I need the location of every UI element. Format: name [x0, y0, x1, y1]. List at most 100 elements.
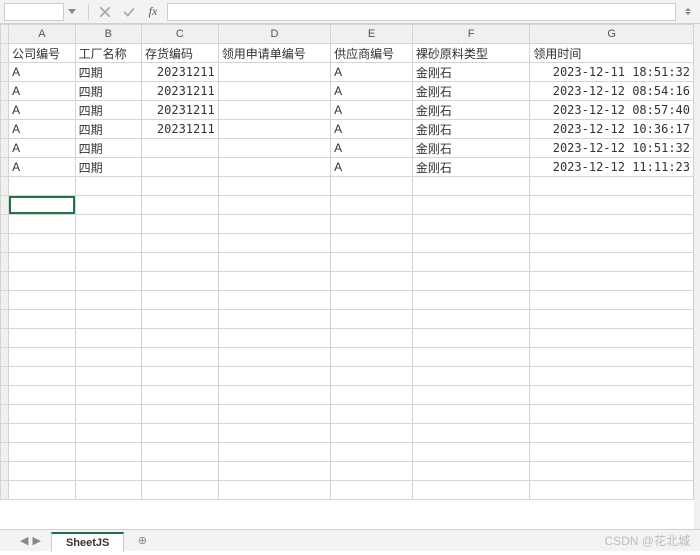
cell[interactable]: 20231211 [142, 120, 219, 139]
cell[interactable] [142, 348, 219, 367]
cell[interactable] [412, 310, 530, 329]
cell[interactable]: 2023-12-11 18:51:32 [530, 63, 694, 82]
cell[interactable] [331, 424, 413, 443]
cell[interactable]: 金刚石 [412, 120, 530, 139]
cell[interactable] [142, 215, 219, 234]
cell[interactable] [142, 139, 219, 158]
cell[interactable] [9, 405, 75, 424]
cell[interactable] [218, 158, 330, 177]
cell[interactable] [218, 481, 330, 500]
cell[interactable] [75, 424, 141, 443]
cell[interactable] [530, 367, 694, 386]
header-cell[interactable]: 裸砂原料类型 [412, 44, 530, 63]
cell[interactable] [9, 367, 75, 386]
column-header-C[interactable]: C [142, 25, 219, 44]
cell[interactable] [142, 443, 219, 462]
cell[interactable] [331, 215, 413, 234]
row-header[interactable] [1, 443, 9, 462]
cell[interactable] [218, 291, 330, 310]
row-header[interactable] [1, 253, 9, 272]
vertical-scrollbar[interactable] [694, 24, 700, 529]
column-header-E[interactable]: E [331, 25, 413, 44]
row-header[interactable] [1, 234, 9, 253]
cell[interactable] [9, 234, 75, 253]
row-header[interactable] [1, 329, 9, 348]
row-header[interactable] [1, 101, 9, 120]
header-cell[interactable]: 供应商编号 [331, 44, 413, 63]
cell[interactable] [218, 272, 330, 291]
cell[interactable] [218, 405, 330, 424]
cell[interactable] [218, 120, 330, 139]
cell[interactable] [9, 462, 75, 481]
cell[interactable] [142, 158, 219, 177]
row-header[interactable] [1, 120, 9, 139]
cell[interactable] [412, 177, 530, 196]
cell[interactable] [75, 405, 141, 424]
cell[interactable] [142, 310, 219, 329]
row-header[interactable] [1, 44, 9, 63]
cell[interactable] [9, 253, 75, 272]
cell[interactable]: 2023-12-12 10:51:32 [530, 139, 694, 158]
cancel-icon[interactable] [95, 3, 115, 21]
cell[interactable] [412, 424, 530, 443]
header-cell[interactable]: 领用时间 [530, 44, 694, 63]
cell[interactable]: A [9, 158, 75, 177]
cell[interactable]: 金刚石 [412, 158, 530, 177]
cell[interactable] [331, 310, 413, 329]
column-header-D[interactable]: D [218, 25, 330, 44]
cell[interactable] [412, 348, 530, 367]
cell[interactable] [530, 291, 694, 310]
row-header[interactable] [1, 481, 9, 500]
cell[interactable] [412, 234, 530, 253]
cell[interactable]: 20231211 [142, 82, 219, 101]
cell[interactable] [218, 196, 330, 215]
cell[interactable] [142, 291, 219, 310]
cell[interactable] [530, 348, 694, 367]
cell[interactable]: 金刚石 [412, 101, 530, 120]
cell[interactable] [412, 272, 530, 291]
cell[interactable]: A [331, 139, 413, 158]
cell[interactable] [142, 424, 219, 443]
cell[interactable] [331, 386, 413, 405]
cell[interactable]: 四期 [75, 158, 141, 177]
cell[interactable] [530, 253, 694, 272]
row-header[interactable] [1, 348, 9, 367]
cell[interactable] [9, 443, 75, 462]
cell[interactable] [530, 196, 694, 215]
cell[interactable]: A [331, 158, 413, 177]
cell[interactable] [412, 196, 530, 215]
cell[interactable] [218, 215, 330, 234]
cell[interactable]: A [331, 120, 413, 139]
row-header[interactable] [1, 158, 9, 177]
cell[interactable] [331, 481, 413, 500]
cell[interactable]: 20231211 [142, 63, 219, 82]
cell[interactable]: 2023-12-12 11:11:23 [530, 158, 694, 177]
cell[interactable] [530, 405, 694, 424]
row-header[interactable] [1, 291, 9, 310]
cell[interactable] [142, 367, 219, 386]
cell[interactable] [75, 234, 141, 253]
cell[interactable] [412, 329, 530, 348]
cell[interactable] [530, 329, 694, 348]
cell[interactable] [75, 196, 141, 215]
row-header[interactable] [1, 310, 9, 329]
cell[interactable] [218, 367, 330, 386]
add-sheet-icon[interactable]: ⊕ [130, 534, 154, 547]
row-header[interactable] [1, 139, 9, 158]
cell[interactable] [331, 196, 413, 215]
cell[interactable] [218, 101, 330, 120]
cell[interactable] [412, 443, 530, 462]
cell[interactable] [142, 329, 219, 348]
cell[interactable] [218, 310, 330, 329]
cell[interactable] [75, 177, 141, 196]
cell[interactable] [9, 215, 75, 234]
cell[interactable] [218, 177, 330, 196]
cell[interactable] [412, 367, 530, 386]
cell[interactable] [75, 367, 141, 386]
nav-prev-icon[interactable]: ◀ [20, 534, 28, 547]
cell[interactable]: 金刚石 [412, 82, 530, 101]
cell[interactable] [530, 386, 694, 405]
cell[interactable] [530, 215, 694, 234]
cell[interactable] [218, 253, 330, 272]
cell[interactable] [9, 386, 75, 405]
